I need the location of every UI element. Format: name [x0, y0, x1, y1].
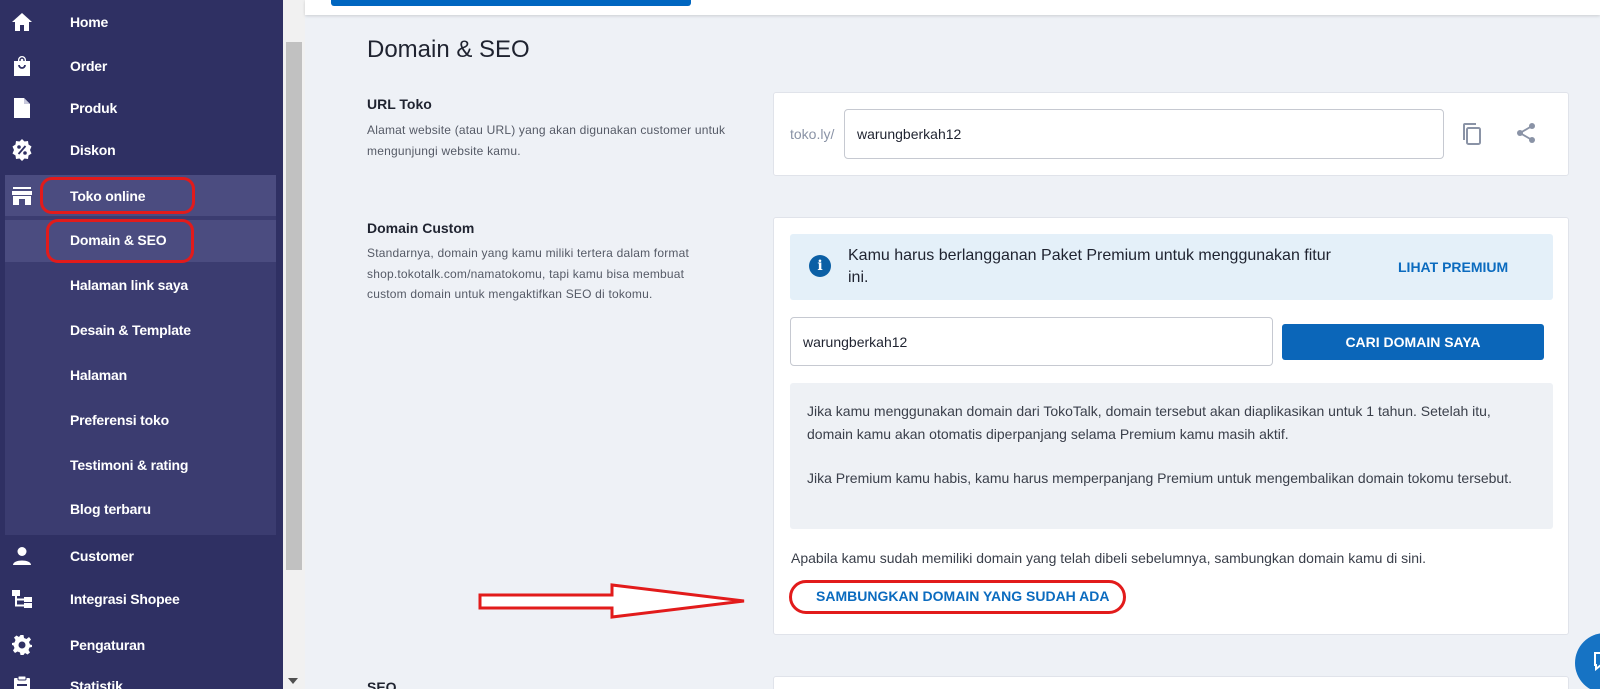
- sidebar-item-label: Order: [70, 58, 108, 74]
- cari-domain-button[interactable]: CARI DOMAIN SAYA: [1282, 324, 1544, 360]
- sidebar-item-order[interactable]: Order: [0, 46, 283, 86]
- sidebar-item-customer[interactable]: Customer: [0, 536, 283, 576]
- domain-note-1: Jika kamu menggunakan domain dari TokoTa…: [807, 403, 1491, 442]
- clipboard-icon: [10, 674, 34, 689]
- sidebar-item-integrasi-shopee[interactable]: Integrasi Shopee: [0, 579, 283, 619]
- sidebar-scrollbar-thumb[interactable]: [286, 42, 302, 570]
- annotation-sambungkan: [789, 580, 1126, 614]
- store-icon: [10, 184, 34, 208]
- sidebar-subitem-label: Blog terbaru: [70, 501, 151, 517]
- sidebar-item-label: Produk: [70, 100, 118, 116]
- sidebar-item-label: Integrasi Shopee: [70, 591, 180, 607]
- sidebar-subitem-halaman-link[interactable]: Halaman link saya: [5, 265, 276, 307]
- sidebar-subitem-preferensi-toko[interactable]: Preferensi toko: [5, 400, 276, 442]
- sidebar-item-home[interactable]: Home: [0, 2, 283, 42]
- sidebar-subitem-blog[interactable]: Blog terbaru: [5, 489, 276, 531]
- sidebar-subitem-label: Preferensi toko: [70, 412, 169, 428]
- share-icon[interactable]: [1515, 122, 1537, 149]
- premium-info-text: Kamu harus berlangganan Paket Premium un…: [848, 247, 1331, 286]
- integration-icon: [10, 587, 34, 611]
- document-icon: [10, 96, 34, 120]
- shopping-bag-icon: [10, 54, 34, 78]
- seo-title: SEO: [367, 679, 397, 689]
- domain-note-2: Jika Premium kamu habis, kamu harus memp…: [807, 470, 1512, 486]
- sidebar-item-pengaturan[interactable]: Pengaturan: [0, 625, 283, 665]
- chat-button[interactable]: [1575, 633, 1600, 689]
- sidebar-item-label: Customer: [70, 548, 134, 564]
- connect-domain-text: Apabila kamu sudah memiliki domain yang …: [791, 550, 1427, 566]
- annotation-arrow-icon: [478, 583, 745, 619]
- sidebar-subitem-label: Halaman: [70, 367, 127, 383]
- sidebar-subitem-halaman[interactable]: Halaman: [5, 355, 276, 397]
- url-prefix: toko.ly/: [790, 126, 835, 142]
- url-toko-title: URL Toko: [367, 96, 432, 112]
- annotation-domain-seo: [46, 219, 194, 263]
- sidebar: Home Order Produk Diskon Domain & SEO Ha…: [0, 0, 283, 689]
- chat-icon: [1593, 651, 1600, 676]
- domain-custom-description: Standarnya, domain yang kamu miliki tert…: [367, 246, 690, 301]
- sidebar-item-label: Pengaturan: [70, 637, 146, 653]
- sidebar-item-label: Diskon: [70, 142, 116, 158]
- top-action-button[interactable]: [331, 0, 691, 6]
- sidebar-subitem-label: Testimoni & rating: [70, 457, 189, 473]
- domain-custom-title: Domain Custom: [367, 220, 475, 236]
- sidebar-subitem-label: Halaman link saya: [70, 277, 188, 293]
- copy-icon[interactable]: [1461, 122, 1483, 151]
- sidebar-item-statistik[interactable]: Statistik: [0, 666, 283, 689]
- url-toko-description: Alamat website (atau URL) yang akan digu…: [367, 123, 726, 158]
- sidebar-subitem-label: Desain & Template: [70, 322, 191, 338]
- discount-icon: [10, 138, 34, 162]
- person-icon: [10, 544, 34, 568]
- scroll-down-arrow-icon[interactable]: [288, 678, 298, 684]
- annotation-toko-online: [40, 177, 195, 214]
- sidebar-subitem-desain-template[interactable]: Desain & Template: [5, 310, 276, 352]
- sidebar-item-label: Home: [70, 14, 109, 30]
- gear-icon: [10, 633, 34, 657]
- url-toko-input[interactable]: warungberkah12: [844, 109, 1444, 159]
- sidebar-item-label: Statistik: [70, 678, 123, 689]
- sidebar-item-diskon[interactable]: Diskon: [0, 130, 283, 170]
- sidebar-item-produk[interactable]: Produk: [0, 88, 283, 128]
- seo-card: [773, 676, 1569, 689]
- lihat-premium-link[interactable]: LIHAT PREMIUM: [1398, 259, 1508, 275]
- sidebar-subitem-testimoni[interactable]: Testimoni & rating: [5, 445, 276, 487]
- info-icon: i: [809, 255, 831, 277]
- home-icon: [10, 10, 34, 34]
- domain-search-input[interactable]: warungberkah12: [790, 317, 1273, 366]
- page-title: Domain & SEO: [367, 36, 530, 63]
